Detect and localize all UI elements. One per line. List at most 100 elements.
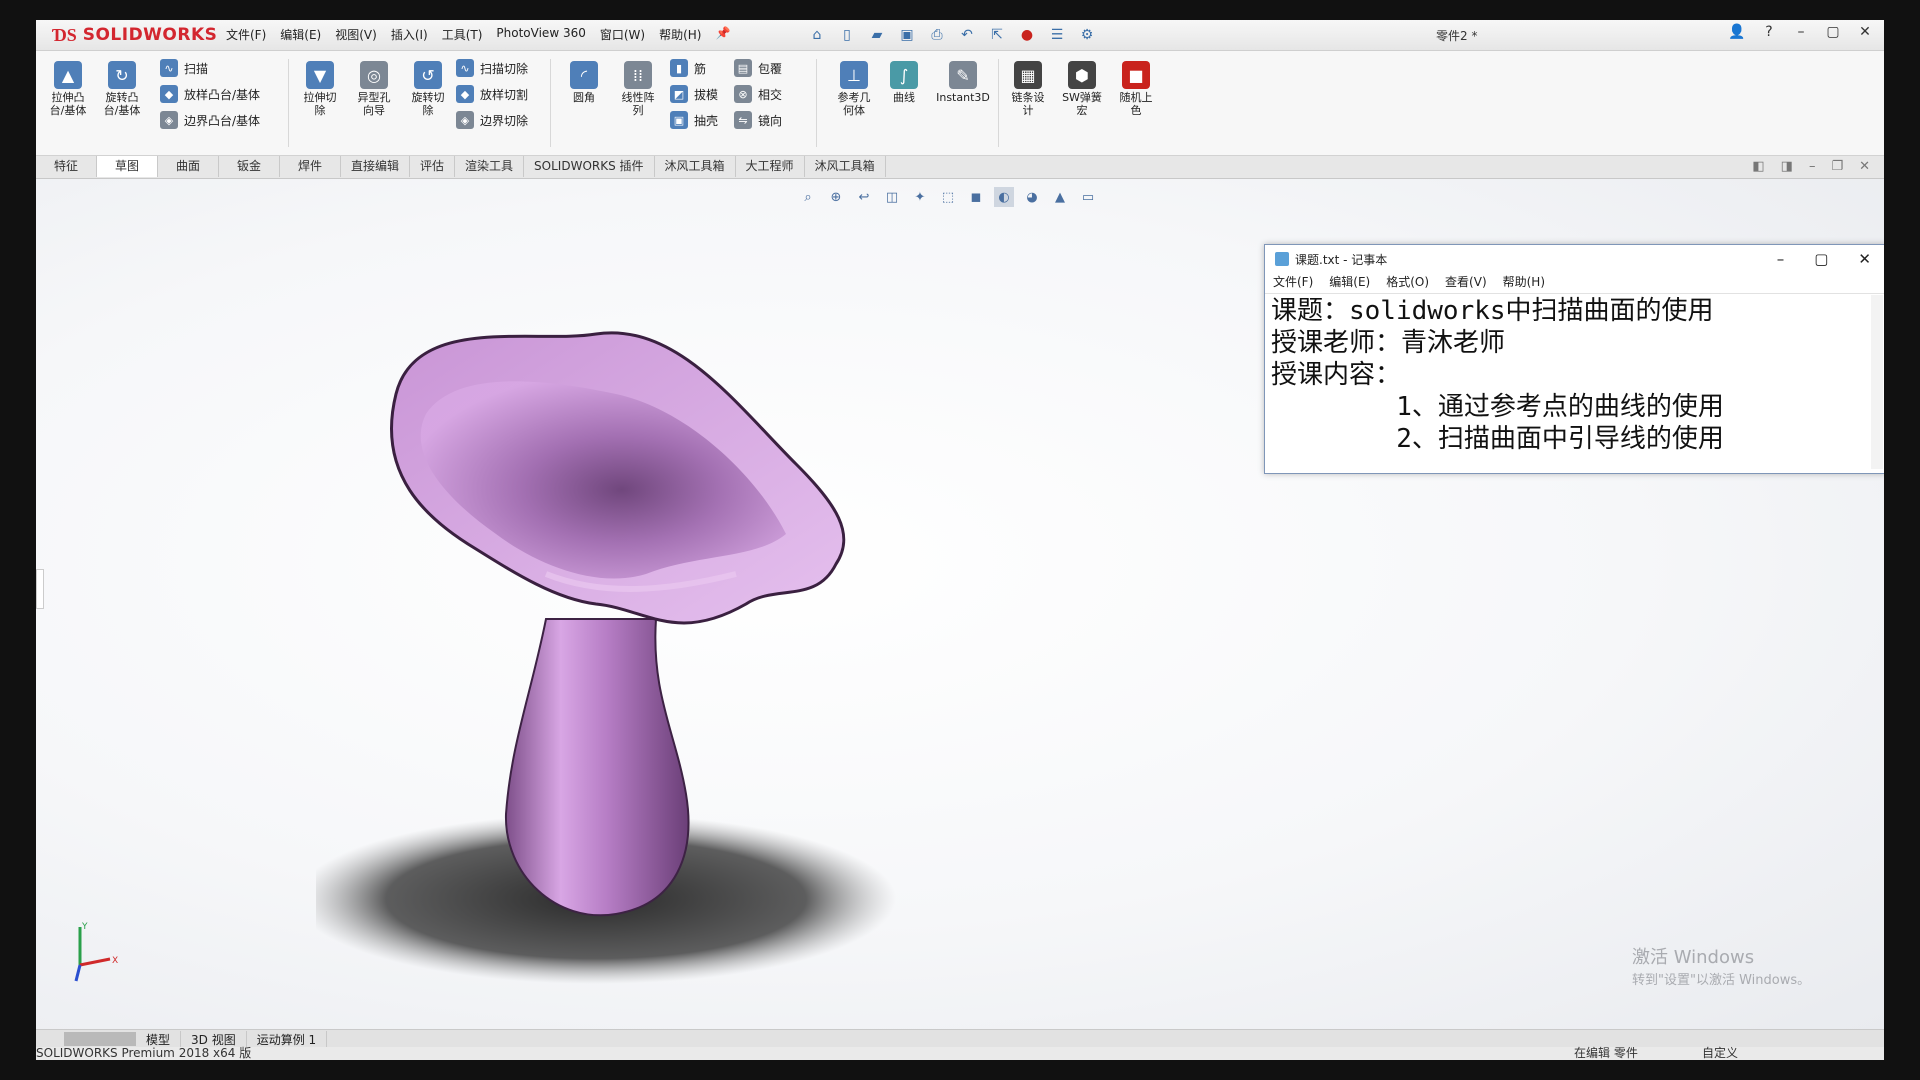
feature-manager-collapse-handle[interactable] [36,569,44,609]
hole-wizard-button[interactable]: ◎ 异型孔 向导 [348,61,400,117]
notepad-close-icon[interactable]: ✕ [1858,250,1871,268]
draft-button[interactable]: ◩ 拔模 [670,85,718,103]
tab-model[interactable]: 模型 [136,1030,182,1048]
chain-design-button[interactable]: ▦ 链条设 计 [1002,61,1054,117]
boundary-boss-button[interactable]: ◈ 边界凸台/基体 [160,111,260,129]
tab-features[interactable]: 特征 [36,156,97,177]
edit-appearance-icon[interactable]: ◕ [1022,187,1042,207]
zoom-to-fit-icon[interactable]: ⌕ [798,187,818,207]
maximize-icon[interactable]: ▢ [1824,24,1842,40]
tab-sheet-metal[interactable]: 钣金 [219,156,280,177]
notepad-menu-file[interactable]: 文件(F) [1273,273,1313,293]
doc-minimize-icon[interactable]: – [1809,159,1816,174]
tab-sketch[interactable]: 草图 [97,156,158,177]
revolve-cut-button[interactable]: ↺ 旋转切 除 [402,61,454,117]
menu-window[interactable]: 窗口(W) [600,26,645,43]
tab-direct-editing[interactable]: 直接编辑 [341,156,411,177]
previous-view-icon[interactable]: ↩ [854,187,874,207]
lofted-cut-button[interactable]: ◆ 放样切割 [456,85,528,103]
dynamic-annotation-icon[interactable]: ✦ [910,187,930,207]
options-gear-icon[interactable]: ⚙ [1076,24,1098,46]
minimize-icon[interactable]: – [1792,24,1810,40]
new-document-icon[interactable]: ▯ [836,24,858,46]
menu-edit[interactable]: 编辑(E) [280,26,321,43]
tab-weldments[interactable]: 焊件 [280,156,341,177]
notepad-maximize-icon[interactable]: ▢ [1814,250,1828,268]
section-view-icon[interactable]: ◫ [882,187,902,207]
notepad-menu-help[interactable]: 帮助(H) [1503,273,1545,293]
tab-motion-study-1[interactable]: 运动算例 1 [247,1030,328,1048]
extrude-cut-button[interactable]: ▼ 拉伸切 除 [294,61,346,117]
revolve-boss-button[interactable]: ↻ 旋转凸 台/基体 [96,61,148,117]
close-icon[interactable]: ✕ [1856,24,1874,40]
linear-pattern-button[interactable]: ⁞⁞ 线性阵 列 [612,61,664,117]
intersect-button[interactable]: ⊗ 相交 [734,85,782,103]
display-style-icon[interactable]: ◼ [966,187,986,207]
view-settings-icon[interactable]: ▭ [1078,187,1098,207]
extrude-boss-button[interactable]: ▲ 拉伸凸 台/基体 [42,61,94,117]
tile-right-icon[interactable]: ◨ [1781,159,1793,174]
shell-button[interactable]: ▣ 抽壳 [670,111,718,129]
view-orientation-icon[interactable]: ⬚ [938,187,958,207]
print-icon[interactable]: ⎙ [926,24,948,46]
rebuild-icon[interactable]: ● [1016,24,1038,46]
zoom-area-icon[interactable]: ⊕ [826,187,846,207]
activate-windows-title: 激活 Windows [1632,947,1755,968]
tab-mufeng-toolbox-2[interactable]: 沐风工具箱 [805,156,886,177]
fillet-button[interactable]: ◜ 圆角 [558,61,610,104]
user-icon[interactable]: 👤 [1728,24,1746,40]
boundary-cut-button[interactable]: ◈ 边界切除 [456,111,528,129]
tab-evaluate[interactable]: 评估 [410,156,456,177]
tab-solidworks-addins[interactable]: SOLIDWORKS 插件 [524,156,655,177]
notepad-scrollbar[interactable] [1871,295,1883,469]
notepad-menu-edit[interactable]: 编辑(E) [1329,273,1370,293]
random-color-button[interactable]: ■ 随机上 色 [1110,61,1162,117]
undo-icon[interactable]: ↶ [956,24,978,46]
open-icon[interactable]: ▰ [866,24,888,46]
notepad-menu-view[interactable]: 查看(V) [1445,273,1487,293]
tab-scroll-buttons[interactable] [64,1032,136,1046]
menu-view[interactable]: 视图(V) [335,26,377,43]
reference-geometry-button[interactable]: ⊥ 参考几 何体 [828,61,880,117]
home-icon[interactable]: ⌂ [806,24,828,46]
mirror-icon: ⇋ [734,111,752,129]
sweep-button[interactable]: ∿ 扫描 [160,59,208,77]
tab-surfaces[interactable]: 曲面 [158,156,219,177]
menu-help[interactable]: 帮助(H) [659,26,701,43]
notepad-menu-format[interactable]: 格式(O) [1386,273,1429,293]
pin-icon[interactable]: 📌 [715,26,730,43]
mirror-button[interactable]: ⇋ 镜向 [734,111,782,129]
notepad-minimize-icon[interactable]: – [1777,250,1785,268]
menu-file[interactable]: 文件(F) [226,26,266,43]
tab-mufeng-toolbox[interactable]: 沐风工具箱 [655,156,736,177]
menu-photoview[interactable]: PhotoView 360 [496,26,585,43]
ribbon-separator [288,59,289,147]
select-icon[interactable]: ⇱ [986,24,1008,46]
help-icon[interactable]: ? [1760,24,1778,40]
menu-tools[interactable]: 工具(T) [442,26,483,43]
doc-close-icon[interactable]: ✕ [1859,159,1870,174]
menu-insert[interactable]: 插入(I) [391,26,428,43]
sw-spring-macro-button[interactable]: ⬢ SW弹簧 宏 [1056,61,1108,117]
status-units[interactable]: 自定义 [1702,1047,1738,1060]
solidworks-logo[interactable]: ƊS SOLIDWORKS [46,23,223,47]
vase-body [504,618,690,917]
apply-scene-icon[interactable]: ▲ [1050,187,1070,207]
save-icon[interactable]: ▣ [896,24,918,46]
tab-engineer[interactable]: 大工程师 [736,156,805,177]
tab-3d-views[interactable]: 3D 视图 [181,1030,247,1048]
rib-button[interactable]: ▮ 筋 [670,59,706,77]
notepad-text-area[interactable]: 课题：solidworks中扫描曲面的使用 授课老师：青沐老师 授课内容： 1、通过… [1269,295,1869,469]
curves-button[interactable]: ∫ 曲线 [878,61,930,104]
hide-show-items-icon[interactable]: ◐ [994,187,1014,207]
tab-render-tools[interactable]: 渲染工具 [455,156,525,177]
status-product: SOLIDWORKS Premium 2018 x64 版 [36,1046,252,1060]
loft-boss-button[interactable]: ◆ 放样凸台/基体 [160,85,260,103]
tile-left-icon[interactable]: ◧ [1752,159,1764,174]
vase-model[interactable] [316,274,1016,994]
file-properties-icon[interactable]: ☰ [1046,24,1068,46]
doc-restore-icon[interactable]: ❐ [1831,159,1843,174]
instant3d-button[interactable]: ✎ Instant3D [932,61,994,104]
swept-cut-button[interactable]: ∿ 扫描切除 [456,59,528,77]
wrap-button[interactable]: ▤ 包覆 [734,59,782,77]
